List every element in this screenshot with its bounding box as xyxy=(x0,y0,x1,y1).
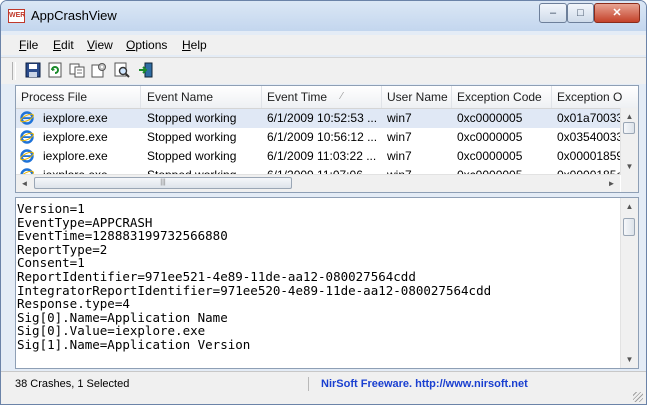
detail-line: Sig[0].Value=iexplore.exe xyxy=(17,323,206,339)
cell-event: Stopped working xyxy=(147,130,237,144)
scroll-left-icon[interactable]: ◄ xyxy=(16,175,33,192)
menu-bar: File Edit View Options Help xyxy=(1,35,646,55)
detail-line: IntegratorReportIdentifier=971ee520-4e89… xyxy=(17,282,492,298)
status-bar: 38 Crashes, 1 Selected NirSoft Freeware.… xyxy=(1,371,646,404)
cell-offset: 0x00001859 xyxy=(557,149,620,163)
cell-user: win7 xyxy=(387,149,412,163)
detail-line: Sig[1].Name=Application Version xyxy=(17,337,251,352)
detail-line: Consent=1 xyxy=(17,255,85,271)
detail-line: ReportIdentifier=971ee521-4e89-11de-aa12… xyxy=(17,269,416,284)
resize-grip-icon[interactable] xyxy=(633,392,643,402)
menu-view[interactable]: View xyxy=(87,38,113,52)
refresh-icon[interactable] xyxy=(47,62,63,78)
details-vertical-scrollbar[interactable]: ▲ ▼ xyxy=(620,198,638,368)
ie-icon xyxy=(20,130,34,144)
table-row[interactable]: iexplore.exe Stopped working 6/1/2009 11… xyxy=(16,147,620,166)
sort-arrow-icon: ⁄ xyxy=(341,91,343,102)
scroll-right-icon[interactable]: ► xyxy=(603,175,620,192)
detail-line: EventTime=128883199732566880 xyxy=(17,228,228,244)
menu-edit[interactable]: Edit xyxy=(53,38,74,52)
table-row[interactable]: iexplore.exe Stopped working 6/1/2009 10… xyxy=(16,128,620,147)
cell-time: 6/1/2009 10:56:12 ... xyxy=(267,130,378,144)
column-exception-offset[interactable]: Exception O xyxy=(552,86,638,108)
list-hscroll-thumb[interactable]: ||| xyxy=(34,177,292,189)
menu-options[interactable]: Options xyxy=(126,38,167,52)
scroll-corner xyxy=(621,175,638,192)
column-event-time[interactable]: Event Time ⁄ xyxy=(262,86,382,108)
scroll-down-icon[interactable]: ▼ xyxy=(621,351,638,368)
list-vertical-scrollbar[interactable]: ▲ ▼ xyxy=(620,108,638,175)
column-event-name[interactable]: Event Name xyxy=(142,86,262,108)
cell-process: iexplore.exe xyxy=(43,130,108,144)
close-button[interactable]: ✕ xyxy=(594,3,640,23)
cell-user: win7 xyxy=(387,130,412,144)
status-count: 38 Crashes, 1 Selected xyxy=(15,377,309,391)
cell-code: 0xc0000005 xyxy=(457,149,523,163)
minimize-button[interactable]: – xyxy=(539,3,567,23)
list-horizontal-scrollbar[interactable]: ◄ ||| ► xyxy=(16,174,620,192)
title-bar[interactable]: WER AppCrashView – □ ✕ xyxy=(1,1,646,31)
cell-time: 6/1/2009 11:03:22 ... xyxy=(267,149,377,163)
menu-file[interactable]: File xyxy=(19,38,38,52)
nirsoft-link[interactable]: NirSoft Freeware. http://www.nirsoft.net xyxy=(321,377,528,391)
detail-line: Sig[0].Name=Application Name xyxy=(17,309,228,325)
properties-icon[interactable] xyxy=(91,62,107,78)
detail-line: Response.type=4 xyxy=(17,296,130,312)
detail-line: ReportType=2 xyxy=(17,241,108,257)
column-exception-code[interactable]: Exception Code xyxy=(452,86,552,108)
ie-icon xyxy=(20,149,34,163)
cell-code: 0xc0000005 xyxy=(457,130,523,144)
detail-line: Version=1 xyxy=(17,201,85,216)
scroll-down-icon[interactable]: ▼ xyxy=(621,158,638,175)
copy-icon[interactable] xyxy=(69,62,85,78)
app-window: WER AppCrashView – □ ✕ File Edit View Op… xyxy=(0,0,647,405)
toolbar xyxy=(1,57,646,84)
column-user-name[interactable]: User Name xyxy=(382,86,452,108)
list-header: Process File Event Name Event Time ⁄ Use… xyxy=(16,86,638,109)
list-scroll-thumb[interactable] xyxy=(623,122,635,134)
cell-user: win7 xyxy=(387,111,412,125)
column-process-file[interactable]: Process File xyxy=(16,86,141,108)
column-event-time-label: Event Time xyxy=(267,90,328,104)
find-icon[interactable] xyxy=(114,62,130,78)
window-title: AppCrashView xyxy=(31,8,117,23)
scroll-up-icon[interactable]: ▲ xyxy=(621,198,638,215)
toolbar-grip xyxy=(12,62,16,80)
crash-list[interactable]: Process File Event Name Event Time ⁄ Use… xyxy=(15,85,639,193)
save-icon[interactable] xyxy=(25,62,41,78)
cell-event: Stopped working xyxy=(147,149,237,163)
cell-offset: 0x03540033 xyxy=(557,130,620,144)
cell-time: 6/1/2009 10:52:53 ... xyxy=(267,111,378,125)
cell-code: 0xc0000005 xyxy=(457,111,523,125)
detail-line: EventType=APPCRASH xyxy=(17,214,153,230)
cell-offset: 0x01a70033 xyxy=(557,111,620,125)
ie-icon xyxy=(20,111,34,125)
cell-process: iexplore.exe xyxy=(43,149,108,163)
exit-icon[interactable] xyxy=(138,62,154,78)
cell-event: Stopped working xyxy=(147,111,237,125)
cell-process: iexplore.exe xyxy=(43,111,108,125)
details-scroll-thumb[interactable] xyxy=(623,218,635,236)
maximize-button[interactable]: □ xyxy=(567,3,594,23)
app-icon: WER xyxy=(8,9,25,23)
table-row[interactable]: iexplore.exe Stopped working 6/1/2009 10… xyxy=(16,109,620,128)
report-details-pane[interactable]: Version=1 EventType=APPCRASH EventTime=1… xyxy=(15,197,639,369)
menu-help[interactable]: Help xyxy=(182,38,207,52)
